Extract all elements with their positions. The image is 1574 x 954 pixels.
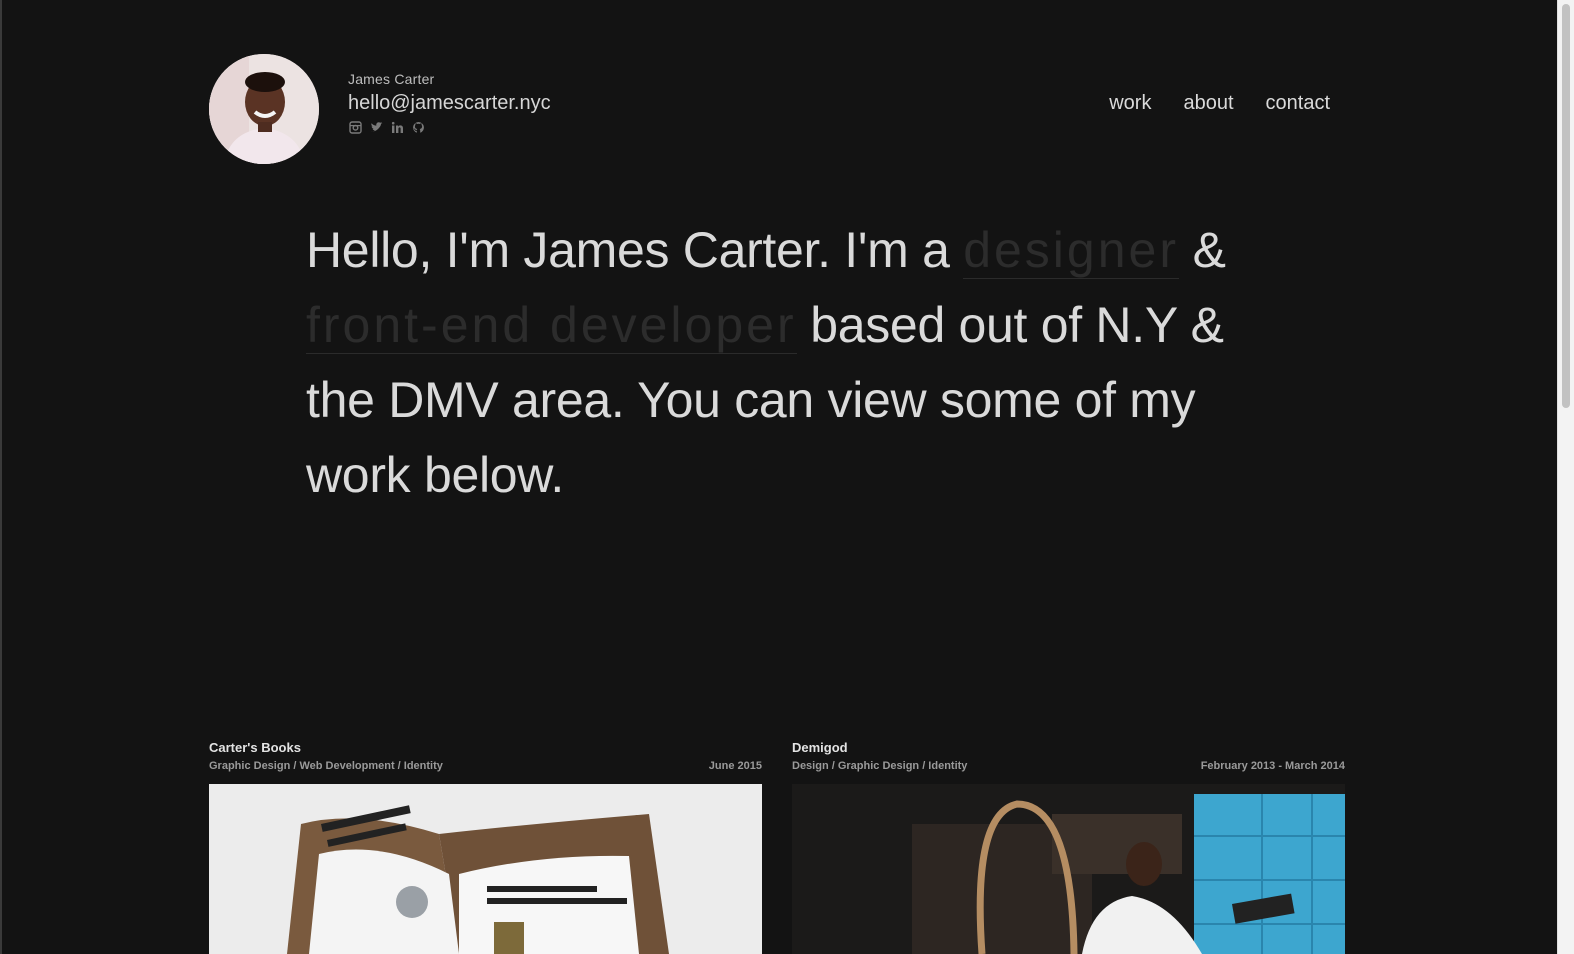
hero-role-designer: designer [963, 222, 1179, 279]
project-date: February 2013 - March 2014 [1200, 760, 1345, 772]
social-links [349, 121, 425, 134]
project-date: June 2015 [708, 760, 762, 772]
main-nav: work about contact [1109, 92, 1330, 115]
github-icon[interactable] [412, 121, 425, 134]
project-card-carters-books[interactable]: Carter's Books Graphic Design / Web Deve… [209, 740, 762, 954]
project-title[interactable]: Demigod [792, 740, 1345, 755]
hero-text-1: Hello, I'm James Carter. I'm a [306, 222, 964, 278]
nav-work[interactable]: work [1109, 92, 1151, 115]
profile-email[interactable]: hello@jamescarter.nyc [348, 92, 551, 115]
project-tags: Graphic Design / Web Development / Ident… [209, 760, 443, 772]
hero-intro: Hello, I'm James Carter. I'm a designer … [306, 213, 1266, 513]
project-thumbnail[interactable] [792, 784, 1345, 954]
linkedin-icon[interactable] [391, 121, 404, 134]
hero-role-developer: front-end developer [306, 297, 797, 354]
window-edge [0, 0, 2, 954]
page-scrollbar[interactable] [1557, 0, 1574, 954]
avatar[interactable] [209, 54, 319, 164]
profile-name: James Carter [348, 71, 435, 87]
project-tags: Design / Graphic Design / Identity [792, 760, 968, 772]
scrollbar-thumb[interactable] [1562, 4, 1570, 408]
project-title[interactable]: Carter's Books [209, 740, 762, 755]
instagram-icon[interactable] [349, 121, 362, 134]
nav-about[interactable]: about [1183, 92, 1233, 115]
nav-contact[interactable]: contact [1266, 92, 1330, 115]
project-card-demigod[interactable]: Demigod Design / Graphic Design / Identi… [792, 740, 1345, 954]
project-thumbnail[interactable] [209, 784, 762, 954]
twitter-icon[interactable] [370, 121, 383, 134]
hero-text-2: & [1178, 222, 1226, 278]
